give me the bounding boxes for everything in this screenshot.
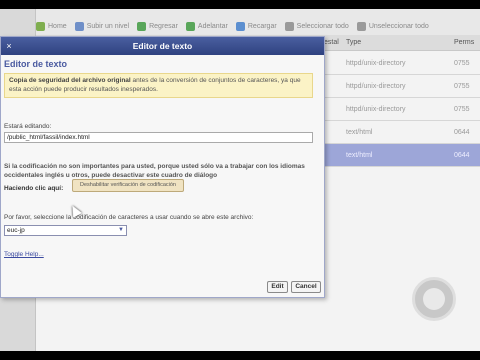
checkbox-icon xyxy=(284,21,294,31)
home-icon xyxy=(36,21,45,31)
toolbar-item[interactable]: Adelantar xyxy=(185,21,228,31)
text-editor-dialog: Editor de texto × Editor de texto Copia … xyxy=(0,36,325,298)
toolbar-item-label: Recargar xyxy=(247,22,277,30)
encoding-info-text: Si la codificación no son importantes pa… xyxy=(4,163,305,179)
logo-inner xyxy=(423,288,445,310)
encoding-value: euc-jp xyxy=(7,227,25,234)
dialog-heading: Editor de texto xyxy=(4,59,68,69)
row-type: httpd/unix-directory xyxy=(346,106,406,113)
edit-button[interactable]: Edit xyxy=(267,281,288,293)
toolbar-item[interactable]: Home xyxy=(36,21,67,31)
chevron-down-icon: ▼ xyxy=(118,227,124,233)
disable-encoding-check-button[interactable]: Deshabilitar verificación de codificació… xyxy=(72,179,184,192)
letterbox-bottom xyxy=(0,351,480,360)
row-perms: 0644 xyxy=(454,129,470,136)
up-level-icon xyxy=(74,21,84,31)
toolbar-item[interactable]: Seleccionar todo xyxy=(284,21,349,31)
encoding-select[interactable]: euc-jp ▼ xyxy=(4,225,127,236)
column-header-partial: estal xyxy=(324,39,339,46)
row-perms: 0755 xyxy=(454,83,470,90)
checkbox-icon xyxy=(356,21,366,31)
toolbar-item-label: Home xyxy=(48,22,67,30)
cancel-button[interactable]: Cancel xyxy=(291,281,321,293)
row-type: text/html xyxy=(346,129,373,136)
letterbox-top xyxy=(0,0,480,9)
close-icon[interactable]: × xyxy=(3,40,15,52)
screen: Home Subir un nivel Regresar Adelantar Recar… xyxy=(0,9,480,351)
row-type: httpd/unix-directory xyxy=(346,83,406,90)
toolbar-item[interactable]: Regresar xyxy=(137,21,178,31)
warning-bold: Copia de seguridad del archivo original xyxy=(9,77,131,84)
toolbar-item-label: Adelantar xyxy=(197,22,228,30)
encoding-select-label: Por favor, seleccione la codificación de… xyxy=(4,214,254,221)
reload-icon xyxy=(235,21,245,31)
file-manager-toolbar: Home Subir un nivel Regresar Adelantar Recar… xyxy=(36,17,480,35)
row-perms: 0644 xyxy=(454,152,470,159)
toolbar-item-label: Seleccionar todo xyxy=(296,22,349,30)
row-type: text/html xyxy=(346,152,373,159)
click-here-label: Haciendo clic aquí: xyxy=(4,185,64,192)
toolbar-item[interactable]: Subir un nivel xyxy=(74,21,130,31)
column-header-type[interactable]: Type xyxy=(346,39,361,46)
logo xyxy=(412,277,456,321)
dialog-title: Editor de texto xyxy=(1,37,324,55)
toolbar-item-label: Regresar xyxy=(149,22,178,30)
row-perms: 0755 xyxy=(454,60,470,67)
forward-icon xyxy=(185,21,195,31)
toolbar-item-label: Subir un nivel xyxy=(86,22,130,30)
row-type: httpd/unix-directory xyxy=(346,60,406,67)
toolbar-item-label: Unseleccionar todo xyxy=(368,22,429,30)
file-path-field: /public_html/fassil/index.html xyxy=(4,132,313,143)
column-header-perms[interactable]: Perms xyxy=(454,39,474,46)
backup-warning: Copia de seguridad del archivo original … xyxy=(4,73,313,98)
row-perms: 0755 xyxy=(454,106,470,113)
editing-label: Estará editando: xyxy=(4,123,52,130)
back-icon xyxy=(137,21,147,31)
toolbar-item[interactable]: Unseleccionar todo xyxy=(356,21,429,31)
toolbar-item[interactable]: Recargar xyxy=(235,21,277,31)
toggle-help-link[interactable]: Toggle Help... xyxy=(4,251,44,258)
